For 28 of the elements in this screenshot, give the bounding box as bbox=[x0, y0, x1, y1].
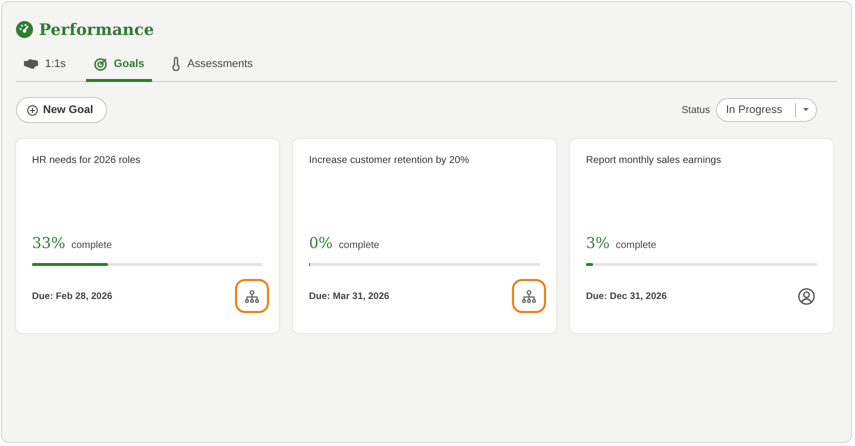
org-chart-icon bbox=[244, 290, 260, 302]
status-dropdown[interactable]: In Progress bbox=[716, 98, 817, 122]
target-icon bbox=[94, 58, 107, 70]
org-chart-icon bbox=[521, 290, 537, 302]
status-label: Status bbox=[682, 104, 710, 116]
plus-circle-icon bbox=[27, 104, 38, 116]
due-date: Due: Mar 31, 2026 bbox=[309, 290, 390, 302]
thermometer-icon bbox=[172, 57, 180, 71]
tab[interactable]: 1:1s bbox=[16, 51, 74, 82]
owner-button[interactable] bbox=[512, 279, 546, 313]
percent-value: 3% bbox=[586, 234, 610, 252]
new-goal-button[interactable]: New Goal bbox=[16, 97, 108, 123]
tab[interactable]: Assessments bbox=[164, 51, 261, 82]
goal-title: HR needs for 2026 roles bbox=[32, 155, 142, 168]
goal-title: Increase customer retention by 20% bbox=[309, 155, 470, 168]
complete-label: complete bbox=[616, 240, 656, 251]
page-title: Performance bbox=[39, 20, 154, 39]
goal-title: Report monthly sales earnings bbox=[586, 155, 722, 168]
user-icon bbox=[798, 288, 814, 304]
percent-value: 33% bbox=[32, 234, 66, 252]
tab[interactable]: Goals bbox=[86, 51, 152, 82]
due-date: Due: Dec 31, 2026 bbox=[586, 290, 667, 302]
percent-value: 0% bbox=[309, 234, 333, 252]
complete-label: complete bbox=[338, 240, 380, 251]
owner-button[interactable] bbox=[235, 279, 269, 313]
gauge-icon bbox=[16, 21, 33, 38]
complete-label: complete bbox=[71, 240, 112, 251]
due-date: Due: Feb 28, 2026 bbox=[32, 290, 112, 302]
